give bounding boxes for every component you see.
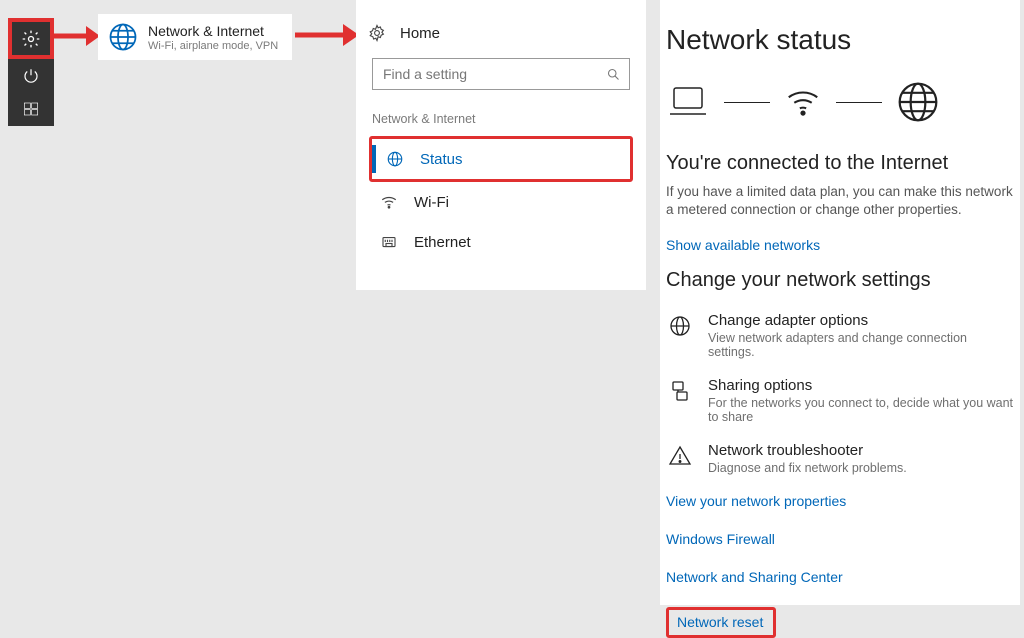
settings-tile-network[interactable]: Network & Internet Wi-Fi, airplane mode,… bbox=[98, 14, 292, 60]
network-diagram bbox=[666, 80, 1014, 124]
start-power-button[interactable] bbox=[8, 59, 54, 92]
page-title: Network status bbox=[666, 24, 1014, 56]
home-label: Home bbox=[400, 25, 440, 42]
power-icon bbox=[22, 67, 40, 85]
nav-label: Ethernet bbox=[414, 234, 471, 251]
link-windows-firewall[interactable]: Windows Firewall bbox=[666, 531, 1014, 547]
gear-icon bbox=[21, 29, 41, 49]
search-icon bbox=[606, 67, 621, 82]
wifi-icon bbox=[380, 193, 398, 211]
nav-item-status-highlight: Status bbox=[369, 136, 633, 182]
link-sharing-center[interactable]: Network and Sharing Center bbox=[666, 569, 1014, 585]
connection-line bbox=[836, 102, 882, 103]
setting-sharing-options[interactable]: Sharing options For the networks you con… bbox=[666, 377, 1014, 424]
connected-heading: You're connected to the Internet bbox=[666, 152, 1014, 175]
show-networks-link[interactable]: Show available networks bbox=[666, 237, 1014, 253]
start-menu-strip bbox=[8, 18, 54, 126]
nav-item-status[interactable]: Status bbox=[372, 139, 630, 179]
setting-desc: Diagnose and fix network problems. bbox=[708, 461, 907, 475]
main-content: Network status You're connected to the I… bbox=[660, 0, 1020, 605]
link-network-reset[interactable]: Network reset bbox=[677, 614, 763, 630]
setting-title: Network troubleshooter bbox=[708, 442, 907, 459]
settings-sidebar: Home Find a setting Network & Internet S… bbox=[356, 0, 646, 290]
laptop-icon bbox=[666, 82, 710, 122]
globe-icon bbox=[896, 80, 940, 124]
connected-body: If you have a limited data plan, you can… bbox=[666, 183, 1014, 219]
nav-label: Wi-Fi bbox=[414, 194, 449, 211]
gear-icon bbox=[368, 24, 386, 42]
setting-title: Change adapter options bbox=[708, 312, 1014, 329]
windows-icon bbox=[23, 101, 39, 117]
globe-icon bbox=[666, 312, 694, 359]
setting-troubleshooter[interactable]: Network troubleshooter Diagnose and fix … bbox=[666, 442, 1014, 475]
warning-icon bbox=[666, 442, 694, 475]
section-label: Network & Internet bbox=[372, 112, 630, 126]
nav-item-ethernet[interactable]: Ethernet bbox=[366, 222, 636, 262]
globe-icon bbox=[108, 22, 138, 52]
arrow-annotation-1 bbox=[50, 24, 100, 48]
arrow-annotation-2 bbox=[293, 22, 359, 48]
search-input[interactable]: Find a setting bbox=[372, 58, 630, 90]
setting-desc: For the networks you connect to, decide … bbox=[708, 396, 1014, 424]
globe-icon bbox=[386, 150, 404, 168]
network-reset-highlight: Network reset bbox=[666, 607, 776, 638]
setting-adapter-options[interactable]: Change adapter options View network adap… bbox=[666, 312, 1014, 359]
tile-title: Network & Internet bbox=[148, 23, 278, 39]
link-network-properties[interactable]: View your network properties bbox=[666, 493, 1014, 509]
tile-subtitle: Wi-Fi, airplane mode, VPN bbox=[148, 40, 278, 52]
connection-line bbox=[724, 102, 770, 103]
start-settings-button[interactable] bbox=[8, 18, 54, 59]
ethernet-icon bbox=[380, 233, 398, 251]
wifi-icon bbox=[784, 83, 822, 121]
sharing-icon bbox=[666, 377, 694, 424]
change-settings-heading: Change your network settings bbox=[666, 269, 1014, 292]
setting-title: Sharing options bbox=[708, 377, 1014, 394]
start-windows-button[interactable] bbox=[8, 93, 54, 126]
nav-label: Status bbox=[420, 151, 463, 168]
search-placeholder: Find a setting bbox=[383, 66, 467, 82]
settings-home-button[interactable]: Home bbox=[366, 20, 636, 58]
setting-desc: View network adapters and change connect… bbox=[708, 331, 1014, 359]
nav-item-wifi[interactable]: Wi-Fi bbox=[366, 182, 636, 222]
